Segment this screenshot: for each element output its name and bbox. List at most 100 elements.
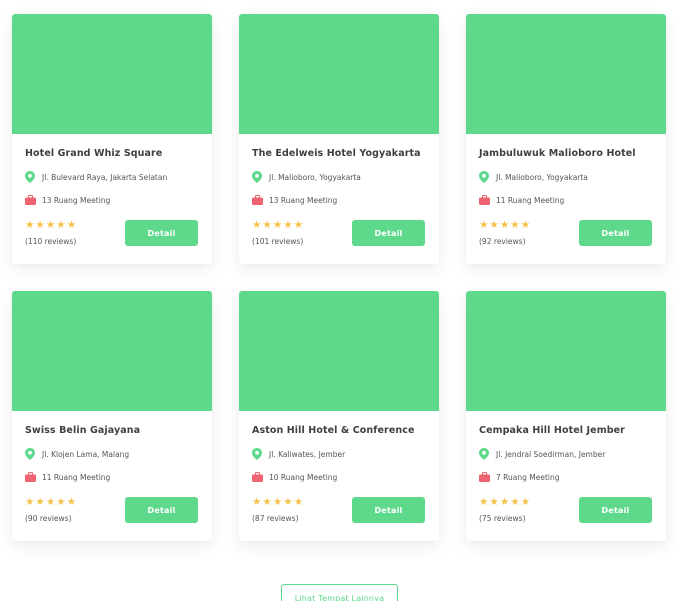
star-icon: ★	[45, 219, 56, 231]
briefcase-icon	[479, 471, 491, 483]
detail-button[interactable]: Detail	[579, 220, 652, 246]
detail-button[interactable]: Detail	[125, 497, 198, 523]
hotel-card[interactable]: Swiss Belin Gajayana Jl. Klojen Lama, Ma…	[12, 291, 212, 541]
hotel-address: Jl. Malioboro, Yogyakarta	[496, 172, 588, 182]
star-icon: ★	[499, 219, 510, 231]
map-pin-icon	[252, 448, 264, 460]
hotel-meeting-rooms: 13 Ruang Meeting	[25, 194, 110, 206]
star-rating: ★ ★ ★ ★ ★	[252, 219, 304, 231]
hotel-meeting-rooms: 7 Ruang Meeting	[479, 471, 560, 483]
detail-button[interactable]: Detail	[125, 220, 198, 246]
star-icon: ★	[479, 496, 489, 508]
hotel-card[interactable]: Cempaka Hill Hotel Jember Jl. Jendral So…	[466, 291, 666, 541]
review-count: (101 reviews)	[252, 237, 304, 246]
star-rating: ★ ★ ★ ★ ★	[479, 496, 531, 508]
hotel-meeting-rooms: 11 Ruang Meeting	[479, 194, 564, 206]
hotel-address: Jl. Bulevard Raya, Jakarta Selatan	[42, 172, 168, 182]
star-rating: ★ ★ ★ ★ ★	[25, 496, 77, 508]
hotel-card[interactable]: Jambuluwuk Malioboro Hotel Jl. Malioboro…	[466, 14, 666, 264]
star-icon: ★	[520, 219, 531, 231]
meeting-room-count: 10 Ruang Meeting	[269, 472, 338, 482]
star-icon: ★	[479, 219, 489, 231]
star-icon: ★	[262, 219, 272, 231]
review-count: (87 reviews)	[252, 514, 299, 523]
hotel-name[interactable]: Hotel Grand Whiz Square	[25, 148, 205, 159]
review-count: (92 reviews)	[479, 237, 526, 246]
meeting-room-count: 13 Ruang Meeting	[42, 195, 111, 205]
star-icon: ★	[510, 496, 520, 508]
hotel-location: Jl. Kaliwates, Jember	[252, 448, 345, 460]
review-count: (90 reviews)	[25, 514, 72, 523]
star-icon: ★	[66, 496, 77, 508]
meeting-room-count: 13 Ruang Meeting	[269, 195, 338, 205]
review-count: (110 reviews)	[25, 237, 77, 246]
star-rating: ★ ★ ★ ★ ★	[252, 496, 304, 508]
hotel-address: Jl. Kaliwates, Jember	[269, 449, 346, 459]
load-more-button[interactable]: Lihat Tempat Lainnya	[281, 584, 398, 601]
map-pin-icon	[479, 448, 491, 460]
hotel-address: Jl. Malioboro, Yogyakarta	[269, 172, 361, 182]
review-count: (75 reviews)	[479, 514, 526, 523]
hotel-location: Jl. Malioboro, Yogyakarta	[479, 171, 588, 183]
star-icon: ★	[35, 496, 45, 508]
briefcase-icon	[252, 471, 264, 483]
hotel-location: Jl. Bulevard Raya, Jakarta Selatan	[25, 171, 167, 183]
star-icon: ★	[25, 219, 35, 231]
hotel-location: Jl. Klojen Lama, Malang	[25, 448, 129, 460]
map-pin-icon	[25, 171, 37, 183]
hotel-image[interactable]	[239, 14, 439, 134]
hotel-name[interactable]: Jambuluwuk Malioboro Hotel	[479, 148, 659, 159]
hotel-name[interactable]: Cempaka Hill Hotel Jember	[479, 425, 659, 436]
star-icon: ★	[499, 496, 510, 508]
detail-button[interactable]: Detail	[352, 220, 425, 246]
star-icon: ★	[66, 219, 77, 231]
hotel-address: Jl. Jendral Soedirman, Jember	[496, 449, 606, 459]
briefcase-icon	[479, 194, 491, 206]
hotel-name[interactable]: The Edelweis Hotel Yogyakarta	[252, 148, 432, 159]
hotel-card[interactable]: The Edelweis Hotel Yogyakarta Jl. Maliob…	[239, 14, 439, 264]
star-icon: ★	[489, 219, 499, 231]
star-rating: ★ ★ ★ ★ ★	[25, 219, 77, 231]
meeting-room-count: 11 Ruang Meeting	[496, 195, 565, 205]
star-icon: ★	[25, 496, 35, 508]
star-icon: ★	[283, 496, 293, 508]
hotel-meeting-rooms: 13 Ruang Meeting	[252, 194, 337, 206]
star-icon: ★	[56, 496, 66, 508]
hotel-location: Jl. Jendral Soedirman, Jember	[479, 448, 605, 460]
hotel-address: Jl. Klojen Lama, Malang	[42, 449, 130, 459]
star-icon: ★	[45, 496, 56, 508]
hotel-image[interactable]	[12, 14, 212, 134]
briefcase-icon	[25, 194, 37, 206]
hotel-meeting-rooms: 10 Ruang Meeting	[252, 471, 337, 483]
star-icon: ★	[283, 219, 293, 231]
star-icon: ★	[293, 219, 304, 231]
star-rating: ★ ★ ★ ★ ★	[479, 219, 531, 231]
star-icon: ★	[252, 496, 262, 508]
meeting-room-count: 11 Ruang Meeting	[42, 472, 111, 482]
star-icon: ★	[510, 219, 520, 231]
hotel-card[interactable]: Hotel Grand Whiz Square Jl. Bulevard Ray…	[12, 14, 212, 264]
hotel-image[interactable]	[239, 291, 439, 411]
detail-button[interactable]: Detail	[352, 497, 425, 523]
star-icon: ★	[272, 219, 283, 231]
detail-button[interactable]: Detail	[579, 497, 652, 523]
star-icon: ★	[56, 219, 66, 231]
map-pin-icon	[25, 448, 37, 460]
hotel-location: Jl. Malioboro, Yogyakarta	[252, 171, 361, 183]
star-icon: ★	[520, 496, 531, 508]
map-pin-icon	[479, 171, 491, 183]
hotel-name[interactable]: Swiss Belin Gajayana	[25, 425, 205, 436]
hotel-image[interactable]	[466, 291, 666, 411]
hotel-card[interactable]: Aston Hill Hotel & Conference Jl. Kaliwa…	[239, 291, 439, 541]
briefcase-icon	[252, 194, 264, 206]
hotel-image[interactable]	[12, 291, 212, 411]
meeting-room-count: 7 Ruang Meeting	[496, 472, 560, 482]
hotel-meeting-rooms: 11 Ruang Meeting	[25, 471, 110, 483]
map-pin-icon	[252, 171, 264, 183]
star-icon: ★	[489, 496, 499, 508]
hotel-name[interactable]: Aston Hill Hotel & Conference	[252, 425, 432, 436]
briefcase-icon	[25, 471, 37, 483]
star-icon: ★	[35, 219, 45, 231]
hotel-image[interactable]	[466, 14, 666, 134]
star-icon: ★	[293, 496, 304, 508]
